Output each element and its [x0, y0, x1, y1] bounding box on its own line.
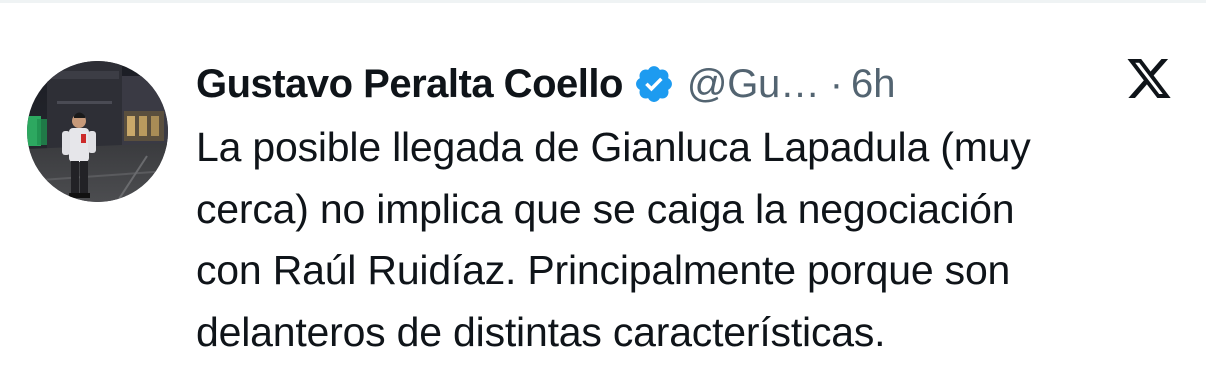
verified-badge-icon[interactable] — [633, 63, 675, 105]
tweet-header: Gustavo Peralta Coello @Gu… · 6h — [196, 56, 896, 112]
tweet-text-line: cerca) no implica que se caiga la negoci… — [196, 185, 1015, 232]
tweet-card[interactable]: Gustavo Peralta Coello @Gu… · 6h La posi… — [0, 0, 1206, 375]
display-name[interactable]: Gustavo Peralta Coello — [196, 62, 623, 107]
tweet-text: La posible llegada de Gianluca Lapadula … — [196, 117, 1186, 363]
tweet-text-line: delanteros de distintas características. — [196, 308, 886, 355]
avatar[interactable] — [27, 61, 168, 202]
separator-dot: · — [829, 61, 844, 106]
author-handle[interactable]: @Gu… — [687, 62, 820, 107]
x-logo-icon[interactable] — [1125, 59, 1173, 105]
tweet-text-line: con Raúl Ruidíaz. Principalmente porque … — [196, 247, 1011, 293]
tweet-text-line: La posible llegada de Gianluca Lapadula … — [196, 124, 1031, 170]
timestamp[interactable]: 6h — [851, 62, 896, 107]
avatar-photo — [27, 61, 168, 202]
